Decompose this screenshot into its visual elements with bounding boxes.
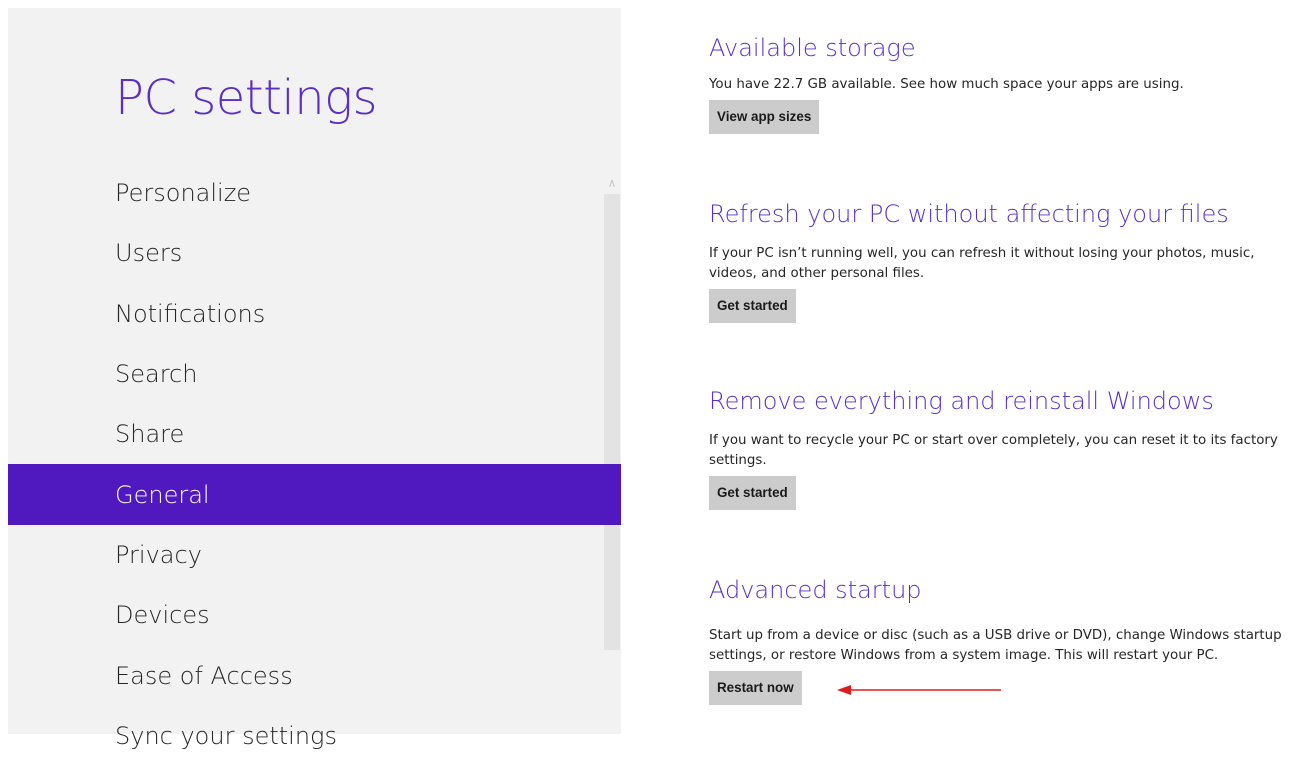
section-description: If your PC isn’t running well, you can r…	[709, 246, 1255, 281]
section-description: Start up from a device or disc (such as …	[709, 628, 1282, 663]
section-heading: Refresh your PC without affecting your f…	[709, 200, 1229, 228]
restart-now-button[interactable]: Restart now	[709, 671, 802, 705]
sidebar-item-label: Search	[115, 360, 198, 389]
sidebar-item-label: Personalize	[115, 179, 252, 208]
section-description: If you want to recycle your PC or start …	[709, 433, 1278, 468]
section-refresh-pc: Refresh your PC without affecting your f…	[709, 199, 1299, 323]
section-available-storage: Available storage You have 22.7 GB avail…	[709, 33, 1299, 134]
sidebar-item-users[interactable]: Users	[8, 223, 621, 283]
sidebar-item-label: Devices	[115, 601, 210, 630]
reset-get-started-button[interactable]: Get started	[709, 476, 796, 510]
settings-nav: Personalize Users Notifications Search S…	[8, 163, 621, 762]
section-heading: Remove everything and reinstall Windows	[709, 387, 1214, 415]
annotation-arrow-icon	[837, 685, 1001, 695]
sidebar-item-label: Users	[115, 239, 183, 268]
sidebar-item-general[interactable]: General	[8, 464, 621, 525]
page-title: PC settings	[115, 70, 377, 126]
sidebar-item-ease-of-access[interactable]: Ease of Access	[8, 645, 621, 705]
sidebar-item-label: General	[115, 480, 210, 509]
sidebar-item-label: Ease of Access	[115, 661, 293, 690]
sidebar-item-personalize[interactable]: Personalize	[8, 163, 621, 223]
sidebar-item-label: Notifications	[115, 299, 266, 328]
section-reset-pc: Remove everything and reinstall Windows …	[709, 386, 1299, 510]
refresh-get-started-button[interactable]: Get started	[709, 289, 796, 323]
section-heading: Advanced startup	[709, 576, 922, 604]
sidebar-item-privacy[interactable]: Privacy	[8, 525, 621, 585]
sidebar-item-share[interactable]: Share	[8, 404, 621, 464]
section-heading: Available storage	[709, 34, 916, 62]
pc-settings-window: PC settings ∧ Personalize Users Notifica…	[0, 0, 1303, 762]
view-app-sizes-button[interactable]: View app sizes	[709, 100, 820, 134]
sidebar-item-notifications[interactable]: Notifications	[8, 284, 621, 344]
sidebar-item-label: Privacy	[115, 540, 202, 569]
settings-sidebar: PC settings ∧ Personalize Users Notifica…	[8, 8, 621, 750]
sidebar-item-devices[interactable]: Devices	[8, 585, 621, 645]
section-advanced-startup: Advanced startup Start up from a device …	[709, 575, 1299, 705]
sidebar-item-sync-your-settings[interactable]: Sync your settings	[8, 706, 621, 762]
general-settings-content: Available storage You have 22.7 GB avail…	[709, 0, 1303, 762]
sidebar-item-label: Sync your settings	[115, 721, 337, 750]
sidebar-item-search[interactable]: Search	[8, 344, 621, 404]
sidebar-item-label: Share	[115, 420, 185, 449]
section-description: You have 22.7 GB available. See how much…	[709, 77, 1184, 92]
